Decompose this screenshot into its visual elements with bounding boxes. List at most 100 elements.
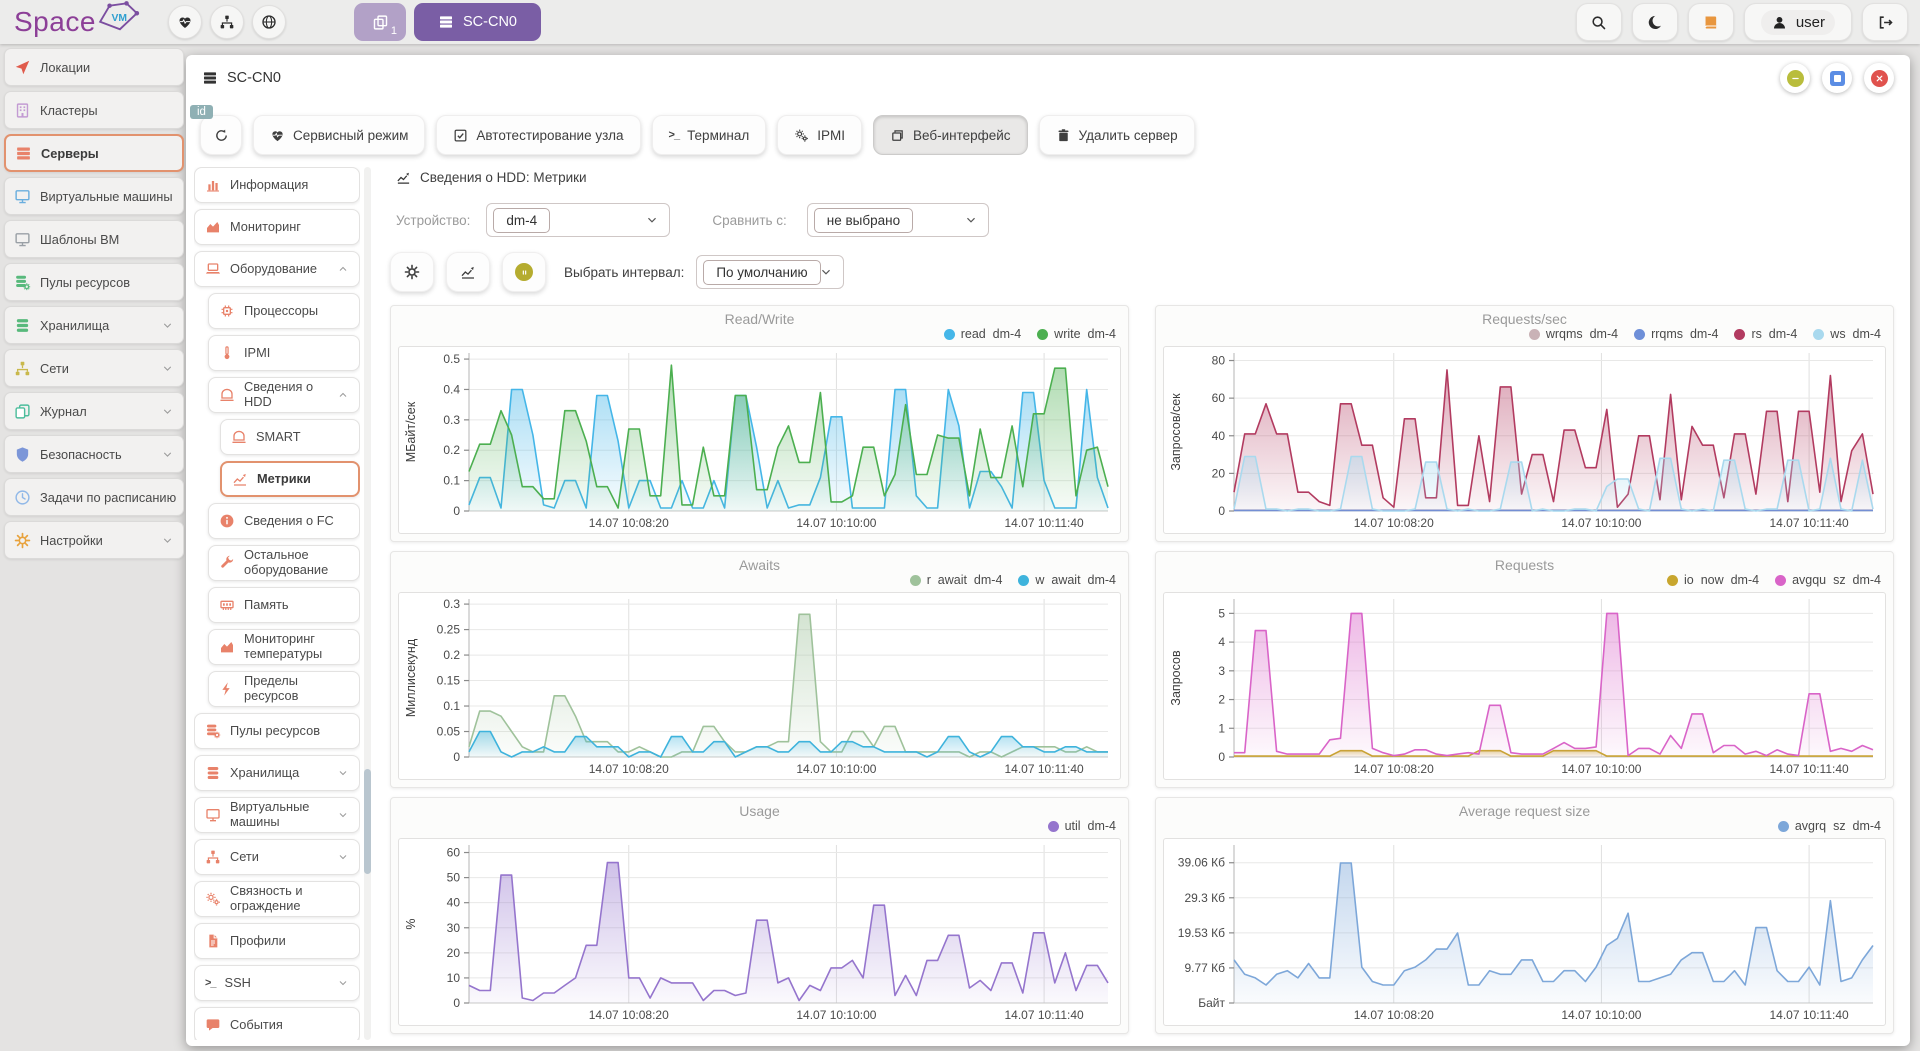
sidebar-item-scheduled-tasks[interactable]: Задачи по расписанию: [4, 478, 184, 516]
x-tick-label: 14.07 10:10:00: [796, 516, 876, 530]
x-tick-label: 14.07 10:08:20: [589, 762, 669, 776]
sidebar-item-settings[interactable]: Настройки: [4, 521, 184, 559]
x-tick-label: 14.07 10:10:00: [796, 1008, 876, 1022]
inner-sidebar-item-networks[interactable]: Сети: [194, 839, 360, 875]
chevron-down-icon: [964, 213, 978, 227]
scrollbar-thumb[interactable]: [364, 769, 371, 874]
check-square-icon: [453, 128, 468, 143]
dark-mode-button[interactable]: [1632, 3, 1678, 41]
search-button[interactable]: [1576, 3, 1622, 41]
interval-select[interactable]: По умолчанию: [696, 255, 844, 289]
legend-item[interactable]: w await dm-4: [1018, 573, 1116, 587]
chart-type-button[interactable]: [446, 252, 490, 292]
legend-item[interactable]: wrqms dm-4: [1529, 327, 1618, 341]
inner-sidebar-item-fc-info[interactable]: Сведения о FC: [208, 503, 360, 539]
refresh-button[interactable]: [200, 115, 242, 155]
compare-select[interactable]: не выбрано: [807, 203, 989, 237]
inner-sidebar-item-label: Пулы ресурсов: [230, 724, 320, 739]
legend-item[interactable]: r await dm-4: [910, 573, 1003, 587]
health-status-button[interactable]: [168, 5, 202, 39]
inner-sidebar-item-monitoring[interactable]: Мониторинг: [194, 209, 360, 245]
inner-sidebar-item-other-equipment[interactable]: Остальное оборудование: [208, 545, 360, 581]
sidebar-item-security[interactable]: Безопасность: [4, 435, 184, 473]
thermo-icon: [219, 345, 235, 361]
chart-plot: 01234514.07 10:08:2014.07 10:10:0014.07 …: [1163, 592, 1886, 780]
inner-sidebar-item-virtual-machines[interactable]: Виртуальные машины: [194, 797, 360, 833]
app-logo[interactable]: Space VM: [0, 0, 158, 44]
legend-item[interactable]: avgrq sz dm-4: [1778, 819, 1881, 833]
inner-sidebar-item-smart[interactable]: SMART: [220, 419, 360, 455]
inner-sidebar-item-metrics[interactable]: Метрики: [220, 461, 360, 497]
inner-sidebar-item-hdd-info[interactable]: Сведения о HDD: [208, 377, 360, 413]
pause-refresh-button[interactable]: [502, 252, 546, 292]
user-menu-button[interactable]: user: [1744, 3, 1852, 41]
sidebar-item-locations[interactable]: Локации: [4, 48, 184, 86]
maximize-window-button[interactable]: [1822, 63, 1852, 93]
web-interface-button[interactable]: Веб-интерфейс: [873, 115, 1028, 155]
terminal-icon: >_: [205, 977, 216, 990]
chart-settings-button[interactable]: [390, 252, 434, 292]
db-gear-icon: [205, 723, 221, 739]
id-badge: id: [190, 105, 213, 119]
inner-sidebar-item-label: Остальное оборудование: [244, 548, 349, 577]
inner-sidebar-item-information[interactable]: Информация: [194, 167, 360, 203]
open-windows-button[interactable]: 1: [354, 3, 406, 41]
inner-sidebar-item-connectivity-fencing[interactable]: Связность и ограждение: [194, 881, 360, 917]
logout-button[interactable]: [1862, 3, 1908, 41]
current-server-tab[interactable]: SC-CN0: [414, 3, 541, 41]
chevron-down-icon: [161, 448, 174, 461]
delete-server-button[interactable]: Удалить сервер: [1039, 115, 1195, 155]
inner-sidebar-item-resource-limits[interactable]: Пределы ресурсов: [208, 671, 360, 707]
legend-dot-icon: [1667, 575, 1678, 586]
legend-item[interactable]: rrqms dm-4: [1634, 327, 1718, 341]
trash-icon: [1056, 128, 1071, 143]
service-mode-button[interactable]: Сервисный режим: [253, 115, 425, 155]
inner-sidebar-item-memory[interactable]: Память: [208, 587, 360, 623]
sidebar-item-servers[interactable]: Серверы: [4, 134, 184, 172]
node-autotest-button[interactable]: Автотестирование узла: [436, 115, 640, 155]
sidebar-item-virtual-machines[interactable]: Виртуальные машины: [4, 177, 184, 215]
network-map-button[interactable]: [252, 5, 286, 39]
y-tick-label: 60: [447, 846, 461, 860]
inner-sidebar-item-ssh[interactable]: >_SSH: [194, 965, 360, 1001]
sidebar-item-journal[interactable]: Журнал: [4, 392, 184, 430]
legend-label: avgqu sz dm-4: [1792, 573, 1881, 587]
legend-item[interactable]: io now dm-4: [1667, 573, 1759, 587]
chart-card-requests-sec: Requests/secwrqms dm-4rrqms dm-4rs dm-4w…: [1155, 305, 1894, 542]
inner-sidebar-item-resource-pools[interactable]: Пулы ресурсов: [194, 713, 360, 749]
legend-item[interactable]: avgqu sz dm-4: [1775, 573, 1881, 587]
close-window-button[interactable]: [1864, 63, 1894, 93]
sidebar-item-resource-pools[interactable]: Пулы ресурсов: [4, 263, 184, 301]
ipmi-button[interactable]: IPMI: [777, 115, 862, 155]
minimize-window-button[interactable]: [1780, 63, 1810, 93]
sidebar-item-vm-templates[interactable]: Шаблоны ВМ: [4, 220, 184, 258]
device-select[interactable]: dm-4: [486, 203, 670, 237]
documentation-button[interactable]: [1688, 3, 1734, 41]
inner-sidebar-item-profiles[interactable]: Профили: [194, 923, 360, 959]
topology-button[interactable]: [210, 5, 244, 39]
terminal-button[interactable]: >_Терминал: [652, 115, 767, 155]
inner-sidebar-item-equipment[interactable]: Оборудование: [194, 251, 360, 287]
chart-canvas-readwrite: 00.10.20.30.40.514.07 10:08:2014.07 10:1…: [399, 347, 1120, 533]
inner-sidebar-item-ipmi[interactable]: IPMI: [208, 335, 360, 371]
legend-item[interactable]: rs dm-4: [1734, 327, 1797, 341]
chevron-down-icon: [161, 405, 174, 418]
legend-item[interactable]: util dm-4: [1048, 819, 1116, 833]
inner-sidebar-item-storages[interactable]: Хранилища: [194, 755, 360, 791]
legend-item[interactable]: ws dm-4: [1813, 327, 1881, 341]
x-tick-label: 14.07 10:11:40: [1005, 516, 1085, 530]
sidebar-item-storages[interactable]: Хранилища: [4, 306, 184, 344]
chevron-down-icon: [337, 767, 349, 779]
hdd-icon: [219, 387, 235, 403]
legend-item[interactable]: write dm-4: [1037, 327, 1116, 341]
legend-label: write dm-4: [1054, 327, 1116, 341]
topbar-nav-icons: [168, 5, 294, 39]
legend-item[interactable]: read dm-4: [944, 327, 1021, 341]
sidebar-item-clusters[interactable]: Кластеры: [4, 91, 184, 129]
inner-sidebar-item-processors[interactable]: Процессоры: [208, 293, 360, 329]
inner-sidebar-item-events[interactable]: События: [194, 1007, 360, 1040]
inner-sidebar-item-temperature-monitoring[interactable]: Мониторинг температуры: [208, 629, 360, 665]
inner-sidebar-scrollbar[interactable]: [364, 167, 371, 1040]
section-title: Сведения о HDD: Метрики: [420, 170, 587, 185]
sidebar-item-networks[interactable]: Сети: [4, 349, 184, 387]
